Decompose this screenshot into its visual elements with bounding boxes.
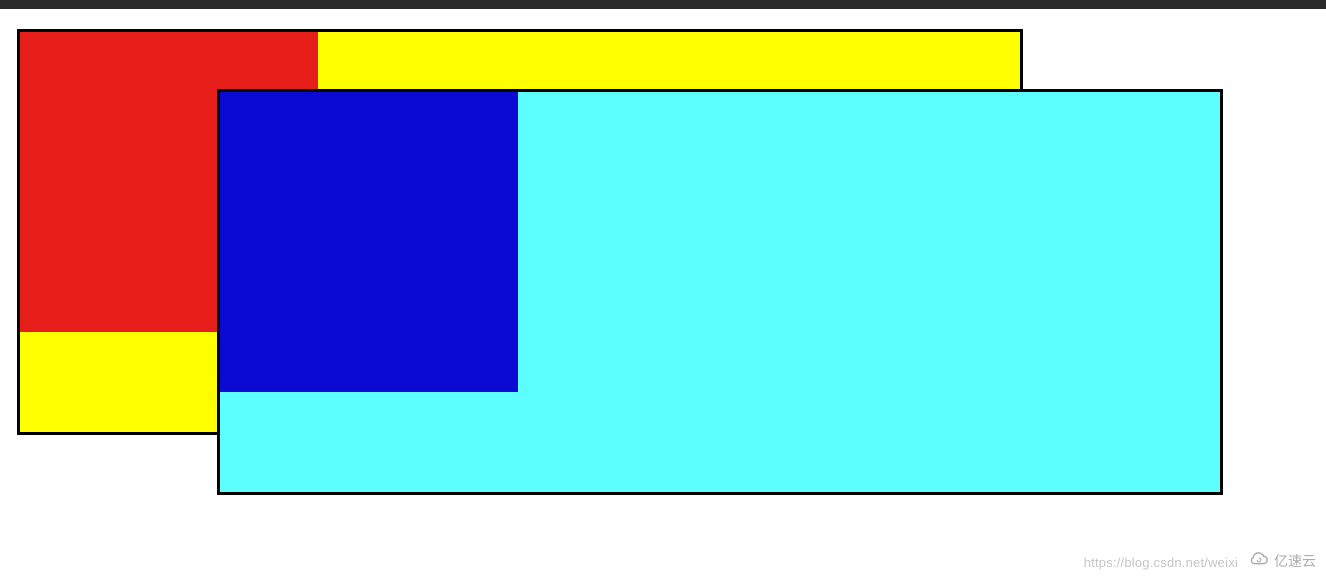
logo-text: 亿速云 xyxy=(1274,551,1316,571)
watermark-text: https://blog.csdn.net/weixi xyxy=(1084,555,1238,570)
browser-top-bar xyxy=(0,0,1326,9)
inner-box-blue xyxy=(220,92,518,392)
logo-mark: 亿速云 xyxy=(1248,548,1316,573)
cloud-icon xyxy=(1248,548,1270,573)
